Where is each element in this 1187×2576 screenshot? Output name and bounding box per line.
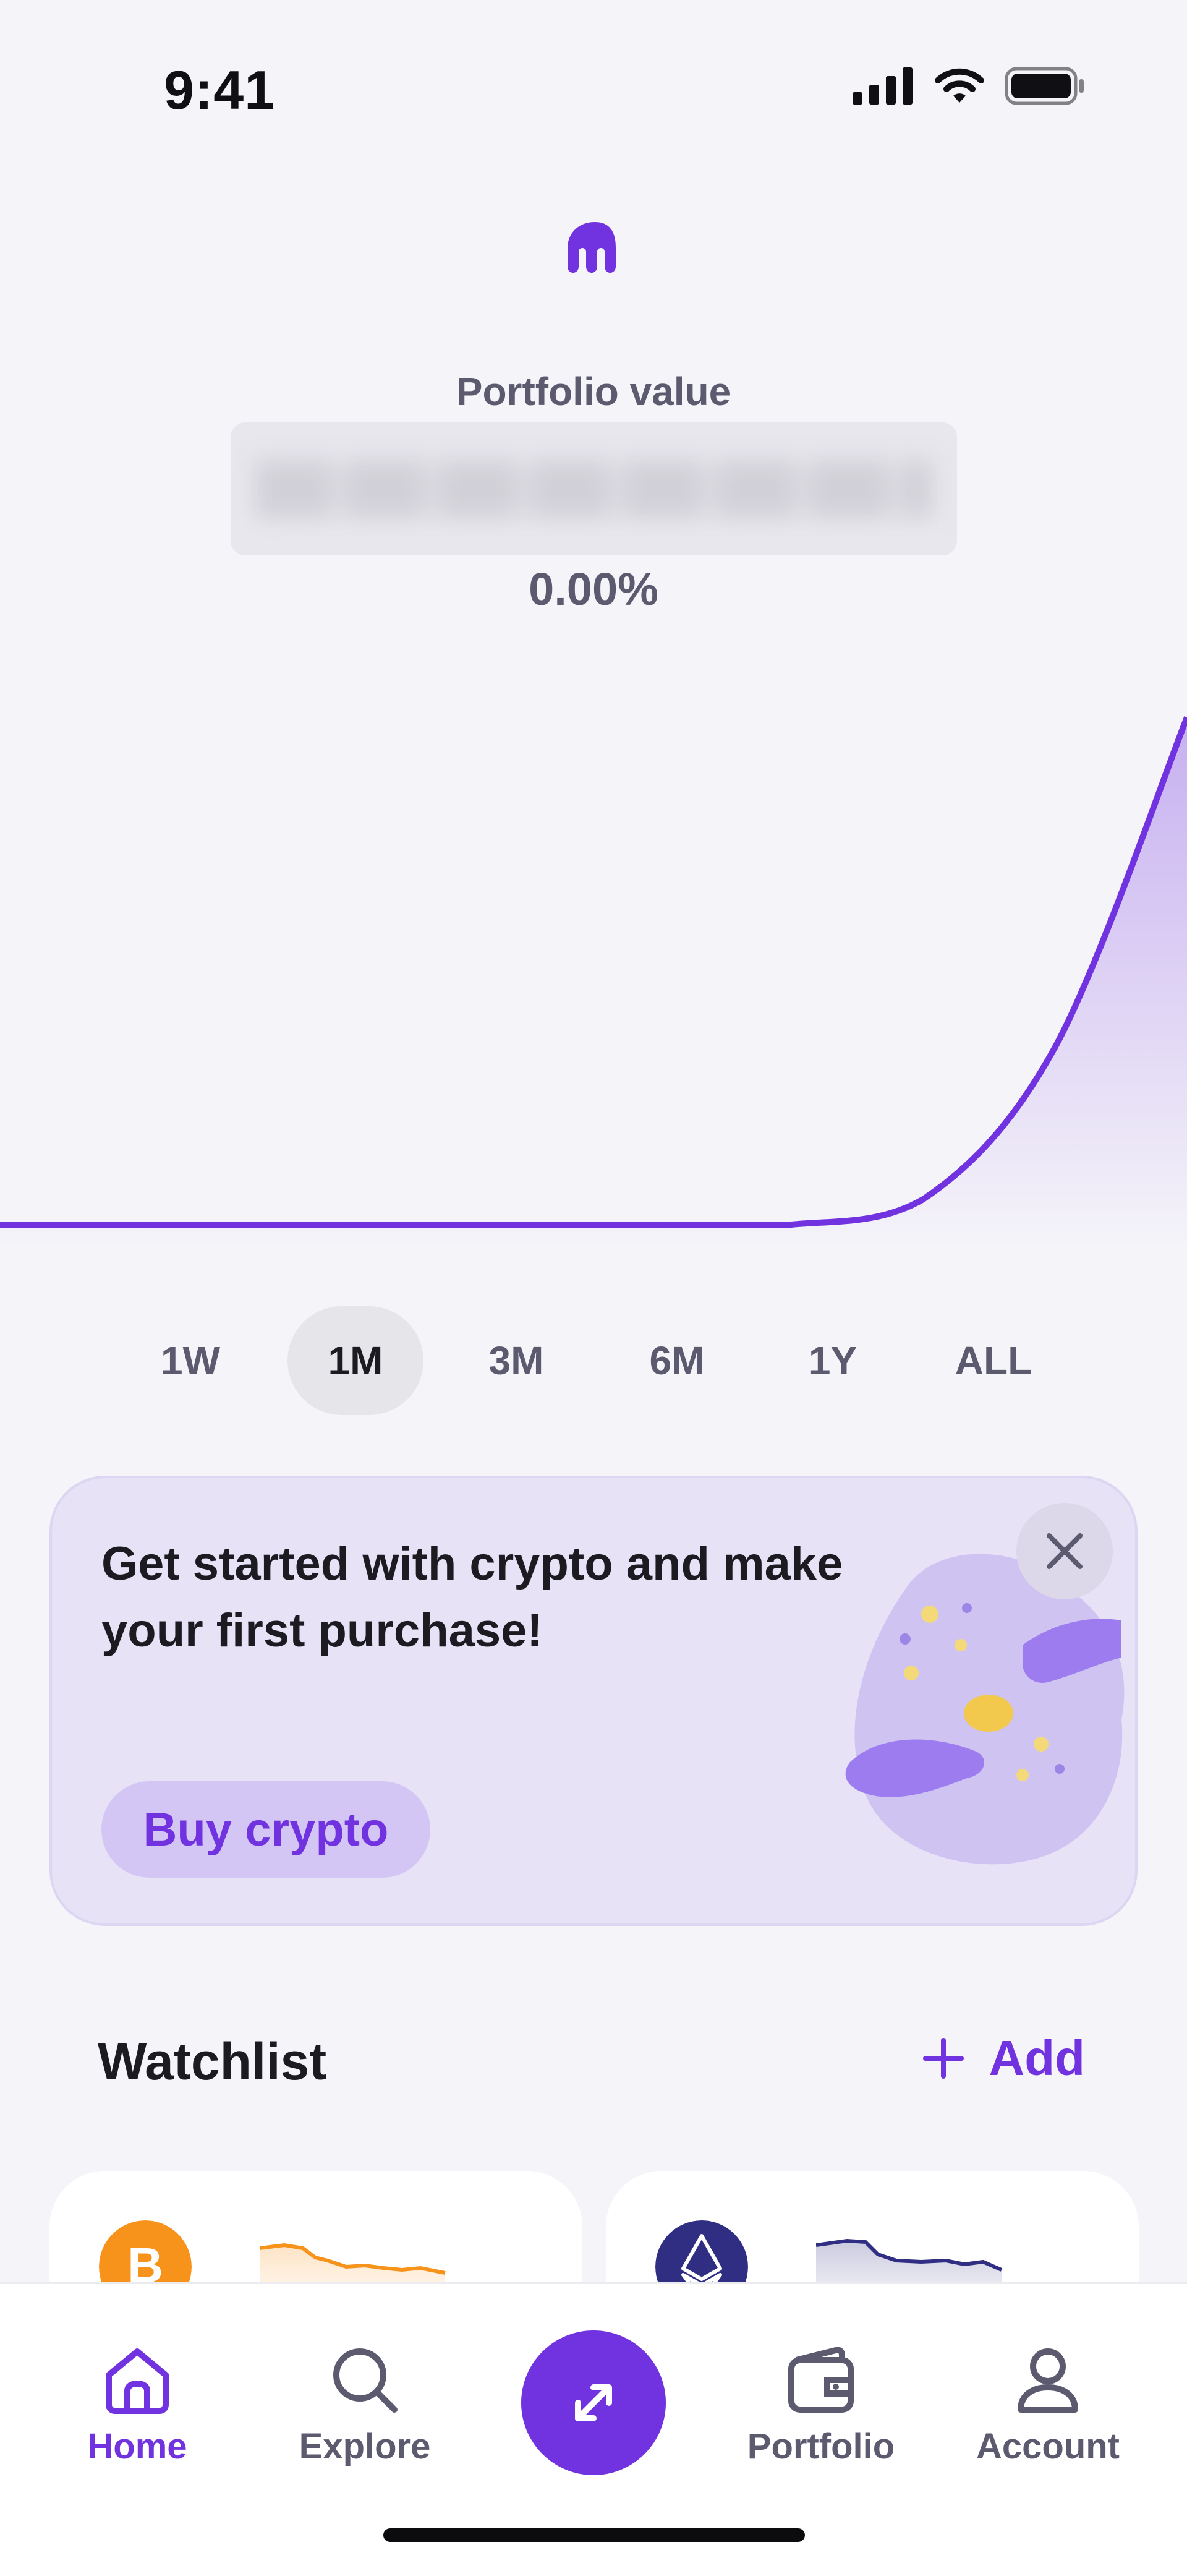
nav-explore-label: Explore — [299, 2426, 431, 2467]
kraken-logo — [568, 222, 616, 273]
nav-home-label: Home — [87, 2426, 187, 2467]
range-all[interactable]: ALL — [925, 1306, 1061, 1415]
swap-arrows-icon — [575, 2384, 612, 2421]
portfolio-change: 0.00% — [529, 563, 658, 615]
promo-text: Get started with crypto and make your fi… — [101, 1538, 843, 1657]
nav-portfolio-label: Portfolio — [747, 2426, 895, 2467]
home-indicator — [383, 2528, 805, 2542]
promo-close-button[interactable] — [1016, 1503, 1113, 1599]
portfolio-chart[interactable] — [0, 680, 1187, 1249]
nav-home[interactable]: Home — [45, 2343, 230, 2467]
search-icon — [333, 2348, 398, 2413]
watchlist-add-label: Add — [989, 2030, 1085, 2086]
trade-button[interactable] — [521, 2330, 666, 2475]
user-icon — [1018, 2348, 1078, 2413]
wallet-icon — [788, 2347, 854, 2413]
promo-card: Get started with crypto and make your fi… — [49, 1476, 1138, 1926]
wifi-icon — [935, 68, 984, 103]
range-1y[interactable]: 1Y — [765, 1306, 901, 1415]
home-icon — [106, 2348, 169, 2414]
watchlist-title: Watchlist — [98, 2032, 327, 2090]
nav-explore[interactable]: Explore — [272, 2343, 457, 2467]
nav-account[interactable]: Account — [955, 2343, 1141, 2467]
nav-portfolio[interactable]: Portfolio — [728, 2343, 914, 2467]
range-3m[interactable]: 3M — [448, 1306, 584, 1415]
nav-account-label: Account — [976, 2426, 1120, 2467]
chart-area-fill — [0, 717, 1187, 1249]
status-icons — [853, 67, 1085, 105]
battery-icon — [1005, 67, 1084, 105]
close-icon — [1047, 1533, 1083, 1569]
range-1m[interactable]: 1M — [287, 1306, 423, 1415]
signal-icon — [853, 67, 913, 105]
portfolio-value-hidden[interactable] — [231, 422, 957, 555]
buy-crypto-button[interactable]: Buy crypto — [101, 1781, 430, 1878]
range-1w[interactable]: 1W — [122, 1306, 258, 1415]
time-range-selector: 1W 1M 3M 6M 1Y ALL — [0, 1306, 1187, 1415]
range-6m[interactable]: 6M — [609, 1306, 745, 1415]
status-time: 9:41 — [164, 59, 276, 121]
plus-icon — [923, 2038, 964, 2079]
watchlist-add-button[interactable]: Add — [923, 2030, 1085, 2087]
portfolio-value-label: Portfolio value — [456, 369, 731, 414]
